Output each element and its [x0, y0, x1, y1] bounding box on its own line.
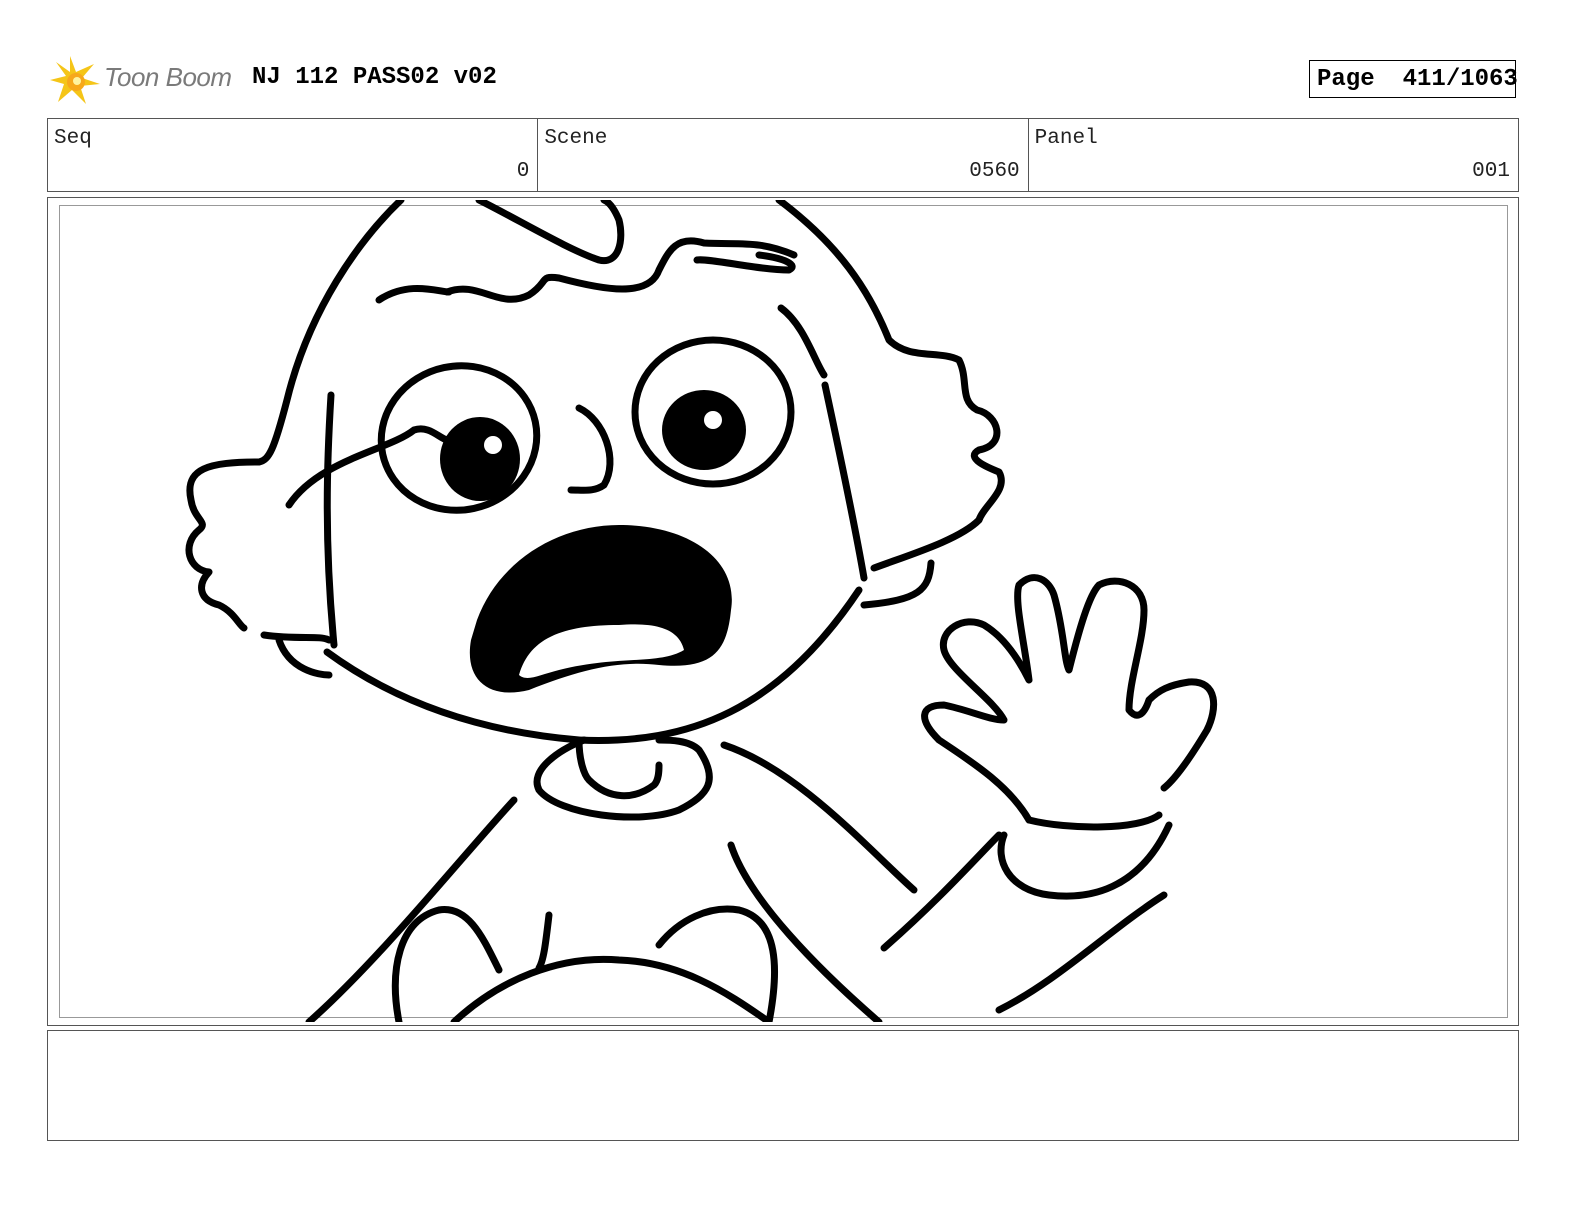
panel-cell: Panel 001 [1029, 119, 1518, 191]
page-label: Page [1317, 65, 1375, 93]
hand-drawing [921, 574, 1218, 900]
collar-drawing [533, 736, 713, 821]
storyboard-sketch [185, 200, 1218, 1022]
panel-notes-box [47, 1030, 1519, 1141]
document-title: NJ 112 PASS02 v02 [252, 64, 497, 91]
scene-label: Scene [544, 127, 608, 150]
panel-info-row: Seq 0 Scene 0560 Panel 001 [47, 118, 1519, 192]
mouth-drawing [469, 525, 732, 693]
panel-value: 001 [1472, 160, 1510, 183]
seq-label: Seq [54, 127, 92, 150]
scene-value: 0560 [969, 160, 1020, 183]
page-indicator: Page 411/1063 [1309, 60, 1518, 98]
logo-wordmark: Toon Boom [104, 62, 232, 92]
seq-cell: Seq 0 [48, 119, 539, 191]
page-number: 411/1063 [1402, 65, 1518, 93]
seq-value: 0 [516, 160, 530, 183]
panel-label: Panel [1034, 127, 1098, 150]
starburst-icon [50, 56, 100, 104]
body-drawing [305, 741, 1168, 1022]
scene-cell: Scene 0560 [538, 119, 1029, 191]
nose-drawing [567, 404, 614, 494]
